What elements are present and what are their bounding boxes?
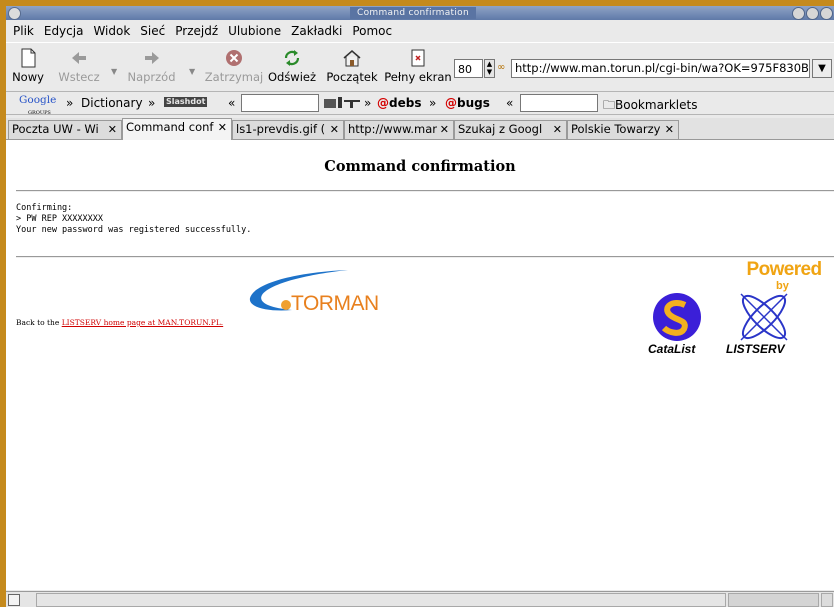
site-icon: ∞: [497, 62, 506, 73]
url-dropdown-icon[interactable]: ▼: [812, 59, 832, 78]
stop-label: Zatrzymaj: [204, 70, 264, 84]
menu-siec[interactable]: Sieć: [135, 24, 170, 38]
catalist-logo[interactable]: [652, 292, 702, 342]
bookmark-bugs-input[interactable]: [520, 94, 598, 112]
page-info-icon[interactable]: [8, 594, 20, 606]
debian-swirl-icon: @: [377, 96, 389, 110]
reload-label: Odśwież: [267, 70, 317, 84]
powered-logo-text: Powered: [746, 259, 823, 280]
stop-icon: [226, 50, 242, 66]
close-tab-icon[interactable]: ✕: [218, 119, 227, 136]
close-tab-icon[interactable]: ✕: [108, 121, 117, 138]
menu-ulubione[interactable]: Ulubione: [223, 24, 286, 38]
forward-button[interactable]: Naprzód: [124, 47, 179, 84]
google-groups-logo[interactable]: Google GROUPS: [19, 94, 56, 118]
close-button[interactable]: [820, 7, 833, 20]
bookmark-dictionary[interactable]: Dictionary: [81, 96, 143, 110]
tab-ls1-prevdis[interactable]: ls1-prevdis.gif (✕: [232, 120, 344, 139]
url-input[interactable]: http://www.man.torun.pl/cgi-bin/wa?OK=97…: [511, 59, 810, 78]
confirmation-message: Confirming: > PW REP XXXXXXXX Your new p…: [16, 203, 252, 235]
listserv-label: LISTSERV: [726, 342, 785, 356]
progress-bar: [728, 593, 819, 607]
back-to-home-text: Back to the LISTSERV home page at MAN.TO…: [16, 318, 224, 327]
maximize-button[interactable]: [806, 7, 819, 20]
torman-wordmark: TORMAN: [291, 292, 379, 315]
page-title: Command confirmation: [324, 158, 516, 175]
back-arrow-icon: [72, 52, 86, 64]
title-bar[interactable]: Command confirmation: [6, 6, 834, 20]
menu-zakladki[interactable]: Zakładki: [286, 24, 347, 38]
divider: [16, 190, 834, 192]
window-menu-button[interactable]: [8, 7, 21, 20]
stop-button[interactable]: Zatrzymaj: [204, 47, 264, 84]
tab-polskie-towarzystwo[interactable]: Polskie Towarzy ✕: [567, 120, 679, 139]
window-title: Command confirmation: [350, 7, 476, 19]
bookmark-slashdot[interactable]: Slashdot: [164, 97, 208, 107]
close-tab-icon[interactable]: ✕: [440, 121, 449, 138]
navigation-toolbar: Nowy Wstecz ▼ Naprzód ▼ Zatrzymaj Odświe…: [6, 42, 834, 92]
catalist-label: CataList: [648, 342, 696, 356]
bookmark-separator-icon: »: [148, 96, 156, 110]
forward-arrow-icon: [144, 52, 159, 64]
bookmark-separator-icon: «: [228, 96, 236, 110]
home-label: Początek: [326, 70, 378, 84]
menu-pomoc[interactable]: Pomoc: [347, 24, 397, 38]
home-icon: [343, 50, 361, 67]
back-button[interactable]: Wstecz: [54, 47, 104, 84]
bookmark-separator-icon: »: [364, 96, 372, 110]
tab-szukaj-google[interactable]: Szukaj z Googl ✕: [454, 120, 567, 139]
forward-dropdown-icon[interactable]: ▼: [189, 67, 195, 76]
fullscreen-icon: [411, 49, 425, 67]
fullscreen-button[interactable]: Pełny ekran: [384, 47, 452, 84]
security-icon[interactable]: [821, 593, 833, 607]
listserv-logo[interactable]: [729, 290, 799, 344]
back-dropdown-icon[interactable]: ▼: [111, 67, 117, 76]
page-content: Command confirmation Confirming: > PW RE…: [6, 140, 834, 590]
menu-edycja[interactable]: Edycja: [39, 24, 89, 38]
bookmark-bugs[interactable]: @bugs: [445, 96, 490, 110]
reload-button[interactable]: Odśwież: [266, 47, 318, 84]
listserv-home-link[interactable]: LISTSERV home page at MAN.TORUN.PL.: [62, 318, 223, 327]
bookmark-debs[interactable]: @debs: [377, 96, 421, 110]
reload-icon: [284, 50, 300, 66]
back-label: Wstecz: [58, 70, 100, 84]
bookmark-search-input[interactable]: [241, 94, 319, 112]
zoom-input[interactable]: 80: [454, 59, 483, 78]
status-text: [36, 593, 726, 607]
bookmarklets-folder[interactable]: 🗀Bookmarklets: [603, 96, 697, 117]
menu-plik[interactable]: Plik: [6, 24, 39, 38]
divider: [16, 256, 834, 258]
status-bar: [6, 591, 834, 607]
fullscreen-label: Pełny ekran: [384, 70, 452, 84]
home-button[interactable]: Początek: [322, 47, 382, 84]
menu-widok[interactable]: Widok: [88, 24, 135, 38]
close-tab-icon[interactable]: ✕: [553, 121, 562, 138]
zoom-spinner[interactable]: ▲ ▼: [484, 59, 495, 78]
forward-label: Naprzód: [127, 70, 176, 84]
new-label: Nowy: [12, 70, 44, 84]
tab-poczta[interactable]: Poczta UW - Wi ✕: [8, 120, 122, 139]
bookmark-dict-icon[interactable]: [324, 96, 360, 113]
debian-swirl-icon: @: [445, 96, 457, 110]
tab-http[interactable]: http://www.mar ✕: [344, 120, 454, 139]
bookmark-separator-icon: »: [429, 96, 437, 110]
folder-icon: 🗀: [603, 98, 616, 112]
close-tab-icon[interactable]: ✕: [665, 121, 674, 138]
bookmarks-toolbar: Google GROUPS » Dictionary » Slashdot « …: [6, 92, 834, 118]
browser-window: Command confirmation Plik Edycja Widok S…: [6, 6, 834, 607]
new-document-icon: [21, 48, 36, 68]
tab-bar: Poczta UW - Wi ✕ Command conf ✕ ls1-prevdi…: [6, 118, 834, 140]
menu-bar: Plik Edycja Widok Sieć Przejdź Ulubione …: [6, 22, 834, 40]
menu-przejdz[interactable]: Przejdź: [170, 24, 223, 38]
tab-command-confirmation[interactable]: Command conf ✕: [122, 118, 232, 140]
close-tab-icon[interactable]: ✕: [330, 121, 339, 138]
bookmark-separator-icon: »: [66, 96, 74, 110]
bookmark-separator-icon: «: [506, 96, 514, 110]
minimize-button[interactable]: [792, 7, 805, 20]
new-button[interactable]: Nowy: [8, 47, 48, 84]
